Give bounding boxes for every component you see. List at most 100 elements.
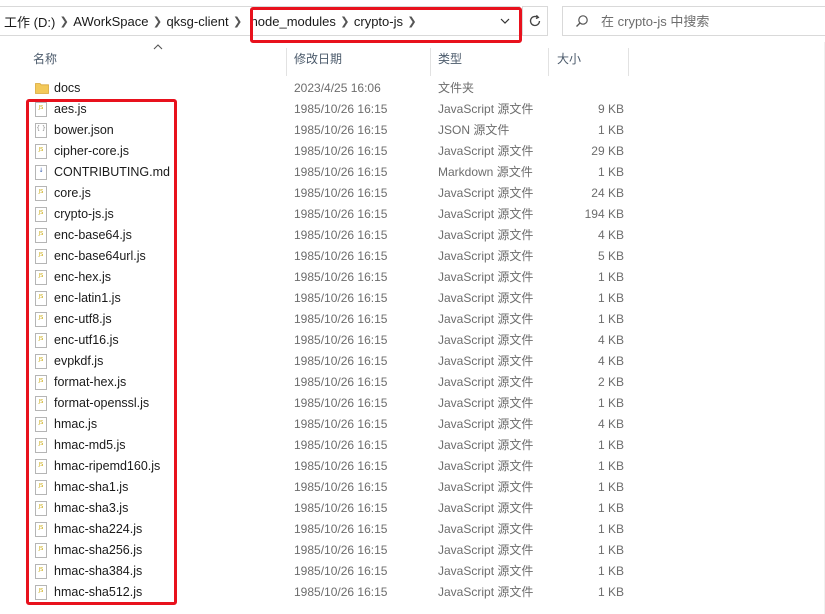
chevron-right-icon[interactable]: ❯ bbox=[148, 15, 166, 28]
file-name[interactable]: evpkdf.js bbox=[54, 351, 103, 372]
file-size: 1 KB bbox=[597, 438, 624, 452]
file-name[interactable]: enc-utf8.js bbox=[54, 309, 112, 330]
file-name[interactable]: crypto-js.js bbox=[54, 204, 114, 225]
file-type: JavaScript 源文件 bbox=[438, 375, 534, 389]
js-file-icon: JS bbox=[35, 396, 47, 411]
file-row[interactable]: JS core.js 1985/10/26 16:15 JavaScript 源文件 2… bbox=[0, 183, 825, 204]
file-row[interactable]: JS hmac-sha512.js 1985/10/26 16:15 JavaScri… bbox=[0, 582, 825, 603]
file-name[interactable]: CONTRIBUTING.md bbox=[54, 162, 170, 183]
js-file-icon: JS bbox=[35, 291, 47, 306]
file-date: 1985/10/26 16:15 bbox=[294, 270, 388, 284]
file-type: JavaScript 源文件 bbox=[438, 249, 534, 263]
column-size[interactable]: 大小 bbox=[557, 42, 625, 76]
file-row[interactable]: JS cipher-core.js 1985/10/26 16:15 JavaScri… bbox=[0, 141, 825, 162]
file-row[interactable]: JS hmac-sha384.js 1985/10/26 16:15 JavaScri… bbox=[0, 561, 825, 582]
file-name[interactable]: hmac-md5.js bbox=[54, 435, 126, 456]
file-name[interactable]: enc-base64.js bbox=[54, 225, 132, 246]
file-date: 1985/10/26 16:15 bbox=[294, 165, 388, 179]
chevron-right-icon[interactable]: ❯ bbox=[229, 15, 247, 28]
file-row[interactable]: JS format-openssl.js 1985/10/26 16:15 JavaS… bbox=[0, 393, 825, 414]
js-file-icon: JS bbox=[35, 543, 47, 558]
file-name[interactable]: hmac-sha3.js bbox=[54, 498, 128, 519]
column-date[interactable]: 修改日期 bbox=[294, 42, 430, 76]
chevron-right-icon[interactable]: ❯ bbox=[55, 15, 73, 28]
file-name[interactable]: docs bbox=[54, 78, 80, 99]
file-row[interactable]: JS hmac-sha1.js 1985/10/26 16:15 JavaScript… bbox=[0, 477, 825, 498]
search-box[interactable] bbox=[562, 6, 825, 36]
file-row[interactable]: JS hmac-sha256.js 1985/10/26 16:15 JavaScri… bbox=[0, 540, 825, 561]
file-name[interactable]: hmac-ripemd160.js bbox=[54, 456, 160, 477]
column-divider[interactable] bbox=[286, 48, 287, 76]
file-row[interactable]: JS hmac.js 1985/10/26 16:15 JavaScript 源文件 4… bbox=[0, 414, 825, 435]
file-date: 1985/10/26 16:15 bbox=[294, 396, 388, 410]
file-row[interactable]: JS evpkdf.js 1985/10/26 16:15 JavaScript 源文… bbox=[0, 351, 825, 372]
file-row[interactable]: JS enc-base64.js 1985/10/26 16:15 JavaScrip… bbox=[0, 225, 825, 246]
column-divider[interactable] bbox=[628, 48, 629, 76]
file-date: 1985/10/26 16:15 bbox=[294, 291, 388, 305]
file-row[interactable]: JS enc-base64url.js 1985/10/26 16:15 JavaSc… bbox=[0, 246, 825, 267]
file-name[interactable]: enc-base64url.js bbox=[54, 246, 146, 267]
chevron-right-icon[interactable]: ❯ bbox=[336, 15, 354, 28]
file-name[interactable]: hmac-sha256.js bbox=[54, 540, 142, 561]
file-name[interactable]: hmac.js bbox=[54, 414, 97, 435]
file-size: 1 KB bbox=[597, 165, 624, 179]
breadcrumb-crypto-js[interactable]: crypto-js bbox=[354, 6, 403, 36]
breadcrumb-drive[interactable]: 工作 (D:) bbox=[0, 6, 55, 36]
file-name[interactable]: format-hex.js bbox=[54, 372, 126, 393]
json-file-icon: { } bbox=[35, 123, 47, 138]
js-file-icon: JS bbox=[35, 102, 47, 117]
chevron-down-icon[interactable] bbox=[491, 7, 519, 35]
js-file-icon: JS bbox=[35, 354, 47, 369]
file-size: 1 KB bbox=[597, 396, 624, 410]
file-name[interactable]: enc-hex.js bbox=[54, 267, 111, 288]
file-name[interactable]: cipher-core.js bbox=[54, 141, 129, 162]
refresh-button[interactable] bbox=[522, 6, 548, 36]
breadcrumb-aworkspace[interactable]: AWorkSpace bbox=[73, 6, 148, 36]
column-name[interactable]: 名称 bbox=[33, 42, 286, 76]
file-name[interactable]: enc-latin1.js bbox=[54, 288, 121, 309]
file-name[interactable]: bower.json bbox=[54, 120, 114, 141]
file-size: 4 KB bbox=[597, 333, 624, 347]
file-date: 1985/10/26 16:15 bbox=[294, 312, 388, 326]
file-row[interactable]: JS enc-utf8.js 1985/10/26 16:15 JavaScript … bbox=[0, 309, 825, 330]
file-type: JavaScript 源文件 bbox=[438, 186, 534, 200]
file-name[interactable]: hmac-sha384.js bbox=[54, 561, 142, 582]
file-row[interactable]: JS hmac-ripemd160.js 1985/10/26 16:15 JavaS… bbox=[0, 456, 825, 477]
file-row[interactable]: { } bower.json 1985/10/26 16:15 JSON 源文件 1 K… bbox=[0, 120, 825, 141]
address-bar[interactable]: 工作 (D:) ❯ AWorkSpace ❯ qksg-client ❯ nod… bbox=[0, 6, 520, 36]
breadcrumb-qksg-client[interactable]: qksg-client bbox=[166, 6, 228, 36]
file-size: 1 KB bbox=[597, 312, 624, 326]
file-name[interactable]: enc-utf16.js bbox=[54, 330, 119, 351]
file-row[interactable]: JS hmac-sha224.js 1985/10/26 16:15 JavaScri… bbox=[0, 519, 825, 540]
file-row[interactable]: JS format-hex.js 1985/10/26 16:15 JavaScrip… bbox=[0, 372, 825, 393]
file-type: JavaScript 源文件 bbox=[438, 564, 534, 578]
file-name[interactable]: core.js bbox=[54, 183, 91, 204]
js-file-icon: JS bbox=[35, 585, 47, 600]
chevron-right-icon[interactable]: ❯ bbox=[403, 15, 421, 28]
file-row[interactable]: ↓ CONTRIBUTING.md 1985/10/26 16:15 Markdown… bbox=[0, 162, 825, 183]
file-row[interactable]: JS hmac-sha3.js 1985/10/26 16:15 JavaScript… bbox=[0, 498, 825, 519]
file-type: JavaScript 源文件 bbox=[438, 333, 534, 347]
file-row[interactable]: JS enc-utf16.js 1985/10/26 16:15 JavaScript… bbox=[0, 330, 825, 351]
js-file-icon: JS bbox=[35, 459, 47, 474]
file-name[interactable]: hmac-sha1.js bbox=[54, 477, 128, 498]
file-name[interactable]: hmac-sha512.js bbox=[54, 582, 142, 603]
file-row[interactable]: JS aes.js 1985/10/26 16:15 JavaScript 源文件 9 … bbox=[0, 99, 825, 120]
search-input[interactable] bbox=[599, 12, 803, 30]
column-type[interactable]: 类型 bbox=[438, 42, 548, 76]
file-date: 1985/10/26 16:15 bbox=[294, 249, 388, 263]
file-name[interactable]: hmac-sha224.js bbox=[54, 519, 142, 540]
file-type: JavaScript 源文件 bbox=[438, 522, 534, 536]
column-header: 名称 修改日期 类型 大小 bbox=[0, 42, 825, 76]
js-file-icon: JS bbox=[35, 333, 47, 348]
column-divider[interactable] bbox=[430, 48, 431, 76]
file-row[interactable]: JS crypto-js.js 1985/10/26 16:15 JavaScript… bbox=[0, 204, 825, 225]
file-row[interactable]: docs 2023/4/25 16:06 文件夹 bbox=[0, 78, 825, 99]
file-name[interactable]: aes.js bbox=[54, 99, 87, 120]
file-row[interactable]: JS hmac-md5.js 1985/10/26 16:15 JavaScript … bbox=[0, 435, 825, 456]
column-divider[interactable] bbox=[548, 48, 549, 76]
file-name[interactable]: format-openssl.js bbox=[54, 393, 149, 414]
file-row[interactable]: JS enc-hex.js 1985/10/26 16:15 JavaScript 源… bbox=[0, 267, 825, 288]
file-row[interactable]: JS enc-latin1.js 1985/10/26 16:15 JavaScrip… bbox=[0, 288, 825, 309]
breadcrumb-node-modules[interactable]: node_modules bbox=[251, 6, 336, 36]
